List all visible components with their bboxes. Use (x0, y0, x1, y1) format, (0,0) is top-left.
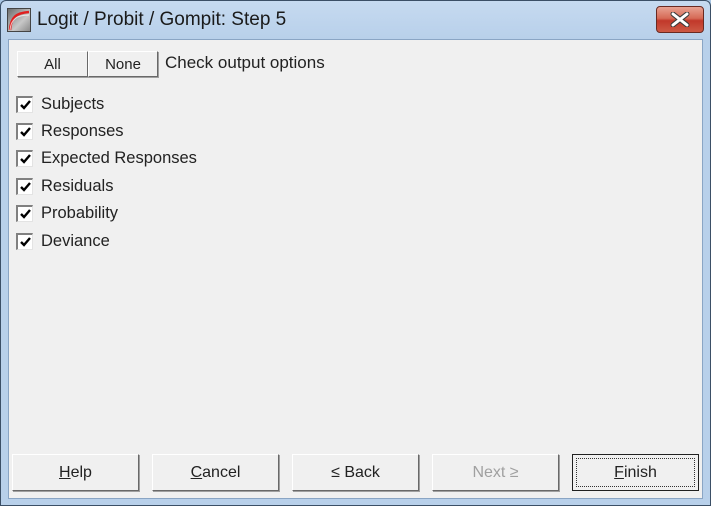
back-label: ≤ Back (331, 463, 380, 481)
cancel-label: Cancel (190, 463, 241, 481)
focus-rect (576, 458, 695, 487)
help-label: Help (59, 463, 92, 481)
finish-button[interactable]: Finish (572, 454, 699, 491)
checkbox[interactable] (16, 95, 33, 113)
close-button[interactable] (656, 6, 704, 33)
checkbox[interactable] (16, 122, 33, 140)
back-button[interactable]: ≤ Back (292, 454, 419, 491)
checkbox[interactable] (16, 205, 33, 223)
option-label: Subjects (41, 94, 105, 113)
option-label: Expected Responses (41, 149, 197, 168)
option-label: Residuals (41, 176, 114, 195)
checkmark-icon (20, 209, 31, 219)
select-all-label: All (44, 55, 61, 73)
checkmark-icon (20, 236, 31, 247)
option-label: Probability (41, 204, 119, 223)
close-icon (670, 12, 690, 27)
checkbox[interactable] (16, 177, 33, 195)
checkmark-icon (20, 99, 31, 110)
title-bar[interactable]: Logit / Probit / Gompit: Step 5 (1, 1, 710, 39)
checkmark-icon (20, 127, 31, 137)
app-curve-icon (7, 8, 31, 32)
next-label: Next ≥ (472, 463, 519, 481)
option-probability[interactable]: Probability (16, 203, 118, 225)
dialog-window: Logit / Probit / Gompit: Step 5 All None… (0, 0, 711, 506)
select-none-button[interactable]: None (88, 51, 158, 77)
cancel-button[interactable]: Cancel (152, 454, 279, 491)
help-button[interactable]: Help (12, 454, 139, 491)
checkmark-icon (20, 181, 31, 192)
select-all-button[interactable]: All (17, 51, 88, 77)
select-none-label: None (105, 55, 141, 73)
option-label: Responses (41, 121, 124, 140)
option-residuals[interactable]: Residuals (16, 175, 113, 197)
option-expected-responses[interactable]: Expected Responses (16, 148, 197, 170)
option-subjects[interactable]: Subjects (16, 93, 104, 115)
instruction-label: Check output options (165, 53, 325, 72)
dialog-content: All None Check output options Subjects Re… (8, 39, 703, 499)
option-label: Deviance (41, 231, 110, 250)
option-responses[interactable]: Responses (16, 120, 124, 142)
checkmark-icon (20, 154, 31, 165)
next-button[interactable]: Next ≥ (432, 454, 559, 491)
window-title: Logit / Probit / Gompit: Step 5 (37, 9, 287, 30)
checkbox[interactable] (16, 150, 33, 168)
option-deviance[interactable]: Deviance (16, 230, 110, 252)
checkbox[interactable] (16, 232, 33, 250)
